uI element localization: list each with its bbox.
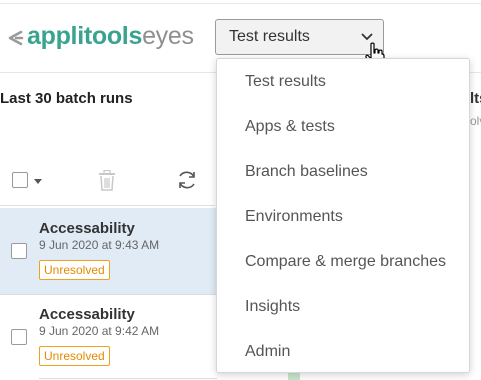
right-panel-title-peek: lts: [470, 90, 481, 107]
trash-icon[interactable]: [98, 170, 116, 191]
menu-item-insights[interactable]: Insights: [217, 284, 469, 329]
row-divider: [39, 378, 217, 379]
menu-item-admin[interactable]: Admin: [217, 329, 469, 374]
menu-item-branch-baselines[interactable]: Branch baselines: [217, 149, 469, 194]
batch-name: Accessability: [39, 220, 135, 237]
right-panel-subtitle-peek: olv: [470, 114, 481, 128]
top-divider: [0, 3, 481, 4]
batch-list-title: Last 30 batch runs: [0, 90, 133, 107]
batch-row[interactable]: Accessability 9 Jun 2020 at 9:43 AM Unre…: [0, 208, 217, 294]
applitools-logo-icon: [8, 30, 24, 46]
page-selector-value: Test results: [229, 28, 310, 45]
toolbar-divider: [0, 205, 215, 206]
logo-light: eyes: [142, 22, 194, 50]
menu-item-test-results[interactable]: Test results: [217, 59, 469, 104]
menu-item-apps-tests[interactable]: Apps & tests: [217, 104, 469, 149]
row-checkbox[interactable]: [11, 329, 27, 345]
batch-name: Accessability: [39, 306, 135, 323]
menu-item-environments[interactable]: Environments: [217, 194, 469, 239]
chevron-down-icon: [361, 33, 373, 41]
logo-strong: applitools: [27, 22, 143, 50]
status-badge: Unresolved: [39, 346, 110, 366]
page-selector-menu: Test results Apps & tests Branch baselin…: [216, 58, 470, 373]
batch-date: 9 Jun 2020 at 9:43 AM: [39, 238, 160, 252]
select-all-checkbox[interactable]: [12, 172, 28, 188]
refresh-icon[interactable]: [176, 169, 198, 191]
status-badge: Unresolved: [39, 260, 110, 280]
menu-item-compare-merge-branches[interactable]: Compare & merge branches: [217, 239, 469, 284]
logo-wordmark[interactable]: applitoolseyes: [27, 22, 194, 51]
page-selector-dropdown[interactable]: Test results: [215, 19, 384, 55]
caret-down-icon[interactable]: [34, 179, 42, 184]
batch-date: 9 Jun 2020 at 9:42 AM: [39, 324, 160, 338]
batch-row[interactable]: Accessability 9 Jun 2020 at 9:42 AM Unre…: [0, 294, 217, 380]
row-checkbox[interactable]: [11, 243, 27, 259]
